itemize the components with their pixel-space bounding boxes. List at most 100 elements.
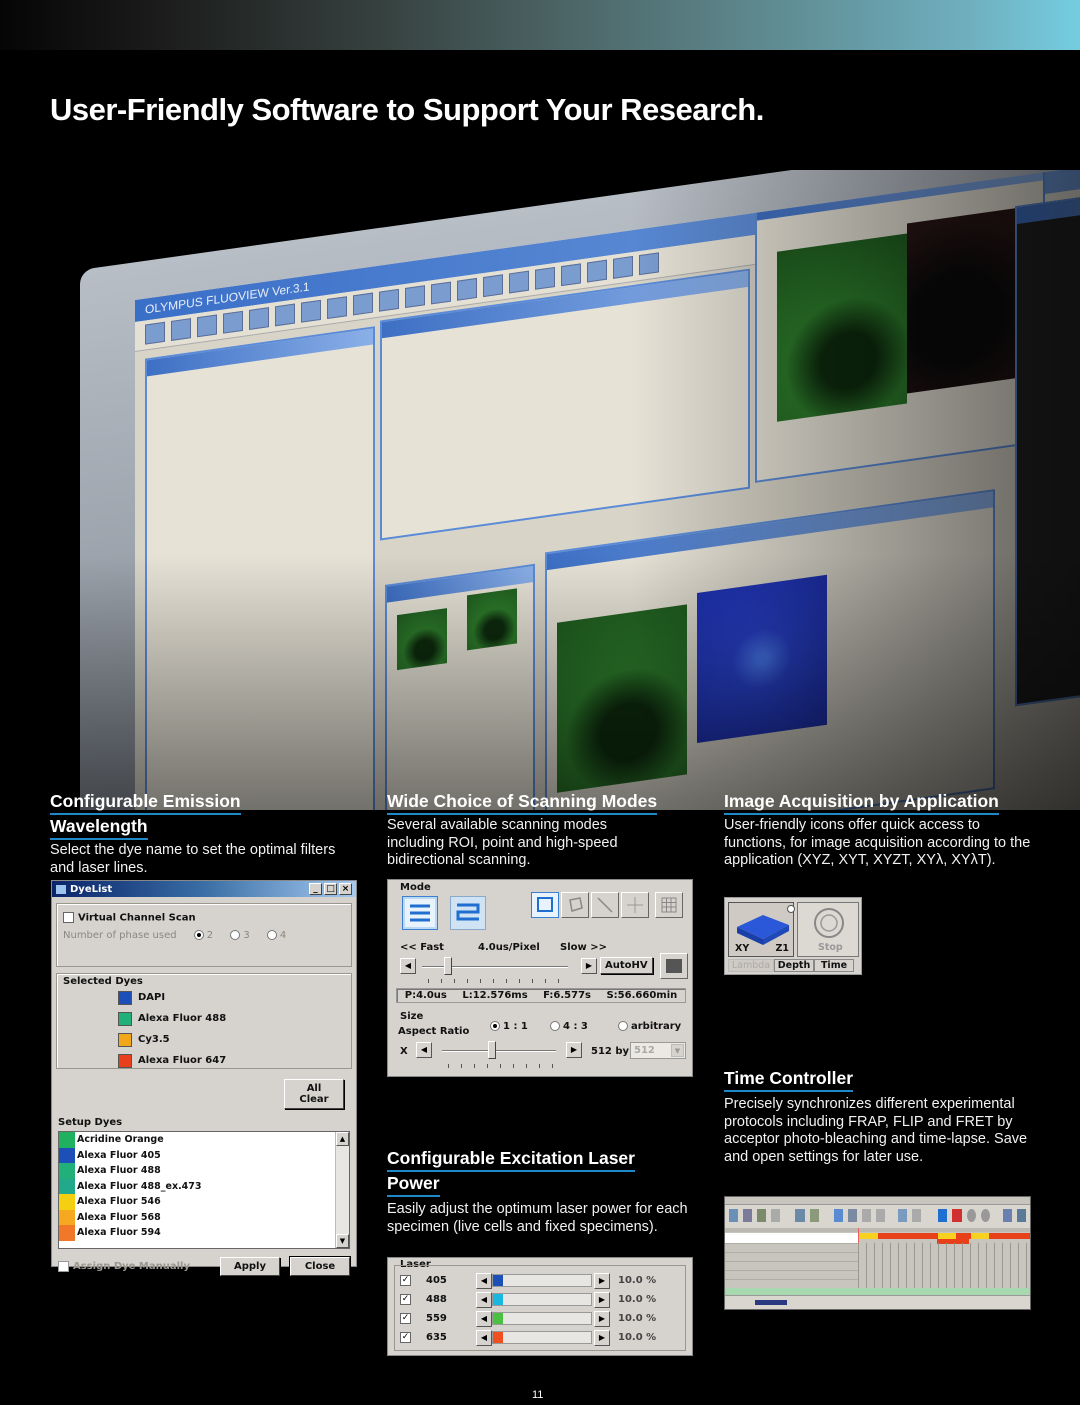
stop-hand-icon [814,908,844,938]
laser-power-increase-button[interactable]: ▶ [594,1273,610,1289]
virtual-channel-checkbox[interactable] [63,912,74,923]
laser-power-slider[interactable] [492,1293,592,1306]
tc-tool-icon[interactable] [980,1209,990,1222]
laser-shutter-button[interactable] [660,953,688,979]
tab-lambda[interactable]: Lambda [728,959,774,972]
laser-power-decrease-button[interactable]: ◀ [476,1311,492,1327]
setup-dye-item[interactable]: Alexa Fluor 594 [59,1225,349,1241]
line-scan-button[interactable] [591,892,619,918]
assign-manually-checkbox[interactable] [58,1261,69,1272]
tc-tool-icon[interactable] [966,1209,976,1222]
phase-radio-2[interactable] [193,929,204,940]
selected-dye-item[interactable]: Cy3.5 [63,1029,345,1050]
scroll-down-button[interactable]: ▼ [336,1234,349,1248]
laser-power-increase-button[interactable]: ▶ [594,1292,610,1308]
laser-power-slider[interactable] [492,1274,592,1287]
point-scan-button[interactable] [621,892,649,918]
laser-enable-checkbox[interactable]: ✓ [400,1313,411,1324]
maximize-button[interactable]: □ [324,883,337,895]
size-label: Size [400,1011,424,1022]
laser-enable-checkbox[interactable]: ✓ [400,1332,411,1343]
x-size-decrease-button[interactable]: ◀ [416,1042,432,1058]
tc-tool-icon[interactable] [912,1209,922,1222]
tc-tool-icon[interactable] [1002,1209,1012,1222]
speed-decrease-button[interactable]: ◀ [400,958,416,974]
tc-tool-icon[interactable] [743,1209,753,1222]
x-size-increase-button[interactable]: ▶ [566,1042,582,1058]
selected-dye-item[interactable]: Alexa Fluor 647 [63,1050,345,1071]
laser-power-decrease-button[interactable]: ◀ [476,1292,492,1308]
tc-tool-icon[interactable] [809,1209,819,1222]
laser-wavelength: 559 [426,1313,447,1324]
speed-slider-thumb[interactable] [443,957,452,975]
phase-radio-3[interactable] [230,929,241,940]
polygon-roi-button[interactable] [561,892,589,918]
phase-radio-4[interactable] [266,929,277,940]
close-button[interactable]: × [339,883,352,895]
line-time: L:12.576ms [462,990,528,1001]
laser-power-decrease-button[interactable]: ◀ [476,1330,492,1346]
rectangle-roi-button[interactable] [531,892,559,918]
tab-time[interactable]: Time [814,959,854,972]
dye-name: Alexa Fluor 405 [77,1149,161,1161]
setup-dye-item[interactable]: Alexa Fluor 568 [59,1209,349,1225]
setup-dye-item[interactable]: Alexa Fluor 546 [59,1194,349,1210]
section-acquisition: Image Acquisition by Application User-fr… [724,790,1044,870]
selected-dye-item[interactable]: Alexa Fluor 488 [63,1008,345,1029]
bidirectional-scan-button[interactable] [450,896,486,930]
laser-power-decrease-button[interactable]: ◀ [476,1273,492,1289]
tc-tool-icon[interactable] [875,1209,886,1222]
tc-tool-icon[interactable] [861,1209,871,1222]
tc-tool-icon[interactable] [1016,1209,1026,1222]
setup-dye-item[interactable]: Acridine Orange [59,1132,349,1148]
dye-color-swatch [118,1032,132,1047]
laser-power-increase-button[interactable]: ▶ [594,1330,610,1346]
apply-button[interactable]: Apply [220,1257,280,1276]
tc-tool-icon[interactable] [795,1209,805,1222]
y-size-select[interactable]: 512 ▼ [630,1042,686,1059]
aspect-option-arbitrary[interactable]: arbitrary [618,1021,681,1032]
minimize-button[interactable]: _ [309,883,322,895]
laser-enable-checkbox[interactable]: ✓ [400,1275,411,1286]
setup-dye-item[interactable]: Alexa Fluor 488_ex.473 [59,1178,349,1194]
tc-tool-icon[interactable] [847,1209,857,1222]
dialog-title: DyeList [70,883,113,895]
autohv-button[interactable]: AutoHV [600,957,653,974]
aspect-option-1-1[interactable]: 1 : 1 [490,1021,528,1032]
tc-tool-icon[interactable] [833,1209,843,1222]
laser-power-slider[interactable] [492,1331,592,1344]
section-emission: Configurable Emission Wavelength Select … [50,790,350,877]
scan-mode-panel: Mode << Fast 4.0us/Pixel Slow >> ◀ ▶ Aut… [387,879,693,1077]
scroll-up-button[interactable]: ▲ [336,1132,349,1146]
laser-power-slider[interactable] [492,1312,592,1325]
fast-label: << Fast [400,942,444,953]
laser-power-increase-button[interactable]: ▶ [594,1311,610,1327]
close-dialog-button[interactable]: Close [289,1256,351,1277]
selected-dye-item[interactable]: DAPI [63,987,345,1008]
all-clear-button[interactable]: All Clear [284,1079,344,1109]
grid-scan-button[interactable] [655,892,683,918]
tc-tool-icon[interactable] [757,1209,767,1222]
section-body: Precisely synchronizes different experim… [724,1096,1028,1165]
xy-scan-button[interactable]: XY Z1 [728,902,795,957]
tc-run-icon[interactable] [938,1209,948,1222]
setup-dyes-listbox[interactable]: Acridine Orange Alexa Fluor 405 Alexa Fluo… [58,1131,350,1249]
unidirectional-scan-button[interactable] [402,896,438,930]
xy-label: XY [735,943,750,954]
stop-button[interactable]: Stop [797,902,859,957]
tc-tool-icon[interactable] [771,1209,781,1222]
x-size-slider-track[interactable] [442,1050,556,1052]
x-size-slider-thumb[interactable] [487,1041,496,1059]
aspect-option-4-3[interactable]: 4 : 3 [550,1021,588,1032]
speed-increase-button[interactable]: ▶ [581,958,597,974]
setup-dye-item[interactable]: Alexa Fluor 405 [59,1147,349,1163]
dropdown-arrow-icon[interactable]: ▼ [671,1044,684,1057]
tab-depth[interactable]: Depth [774,959,814,972]
dye-name: Alexa Fluor 488_ex.473 [77,1180,202,1192]
tc-tool-icon[interactable] [898,1209,908,1222]
setup-dye-item[interactable]: Alexa Fluor 488 [59,1163,349,1179]
tc-tool-icon[interactable] [729,1209,739,1222]
scrollbar[interactable]: ▲ ▼ [335,1132,349,1248]
laser-enable-checkbox[interactable]: ✓ [400,1294,411,1305]
tc-stop-icon[interactable] [952,1209,962,1222]
